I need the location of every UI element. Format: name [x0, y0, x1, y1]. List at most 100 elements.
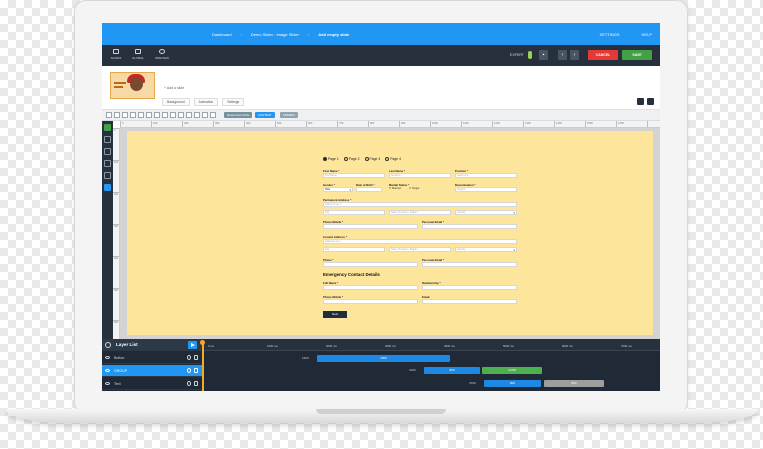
- next-arrow-button[interactable]: ›: [570, 50, 579, 60]
- cancel-button[interactable]: CANCEL: [588, 50, 618, 60]
- device-icon[interactable]: [146, 112, 152, 118]
- last-name-field[interactable]: Surname: [389, 173, 451, 178]
- thumbnail-face: [130, 77, 143, 91]
- step-page-2[interactable]: Page 2: [343, 157, 360, 162]
- lock-icon[interactable]: [194, 112, 200, 118]
- personal-email-field[interactable]: [422, 224, 517, 229]
- lock-button[interactable]: ▪: [539, 50, 548, 60]
- settings-link[interactable]: SETTINGS: [600, 32, 620, 37]
- layer-row-text[interactable]: Text: [102, 378, 202, 390]
- current-country-select[interactable]: Country: [455, 247, 517, 252]
- lock-icon[interactable]: [194, 355, 198, 360]
- lock-icon[interactable]: [194, 368, 198, 373]
- redo-icon[interactable]: [114, 112, 120, 118]
- breadcrumb-slider[interactable]: Demo Slider - Image Slider: [251, 32, 299, 37]
- ruler-tick-label: 1000: [432, 122, 438, 125]
- help-link[interactable]: HELP: [642, 32, 652, 37]
- slide-thumbnail[interactable]: [110, 72, 155, 99]
- tab-background[interactable]: Background: [162, 98, 190, 106]
- tablet-icon[interactable]: [162, 112, 168, 118]
- global-button[interactable]: GLOBAL: [126, 48, 150, 63]
- current-state-field[interactable]: State / Province / Region: [389, 247, 451, 252]
- desktop-icon[interactable]: [154, 112, 160, 118]
- undo-icon[interactable]: [106, 112, 112, 118]
- fit-icon[interactable]: [186, 112, 192, 118]
- playhead-handle[interactable]: [200, 340, 205, 345]
- zoom-icon[interactable]: [178, 112, 184, 118]
- responsive-mode-button[interactable]: Responsive Mode: [224, 112, 253, 118]
- align-icon[interactable]: [130, 112, 136, 118]
- timeline-bar[interactable]: 800: [544, 380, 604, 387]
- link-icon[interactable]: [187, 368, 191, 373]
- text-icon[interactable]: [104, 148, 111, 155]
- eye-icon[interactable]: [105, 382, 110, 385]
- expert-toggle[interactable]: [528, 51, 532, 59]
- ruler-vertical: [113, 128, 120, 339]
- code-icon[interactable]: [210, 112, 216, 118]
- email-field[interactable]: [422, 299, 517, 304]
- denomination-field[interactable]: Religion: [455, 187, 517, 192]
- preview-icon: [159, 49, 165, 54]
- full-name-field[interactable]: [323, 285, 418, 290]
- step-page-1[interactable]: Page 1: [323, 157, 339, 162]
- next-button[interactable]: Next: [323, 311, 347, 318]
- layers-icon[interactable]: [138, 112, 144, 118]
- phone-mobile-field[interactable]: [323, 224, 418, 229]
- grid-icon[interactable]: [122, 112, 128, 118]
- slide-bar: + Add a slide Background Animation Setti…: [102, 66, 660, 110]
- timeline-bar[interactable]: 1600: [317, 355, 450, 362]
- layer-list-header: Layer List: [102, 339, 202, 351]
- link-icon[interactable]: [187, 355, 191, 360]
- form-icon[interactable]: [104, 184, 111, 191]
- permanent-state-field[interactable]: State / Province / Region: [389, 210, 451, 215]
- save-button[interactable]: SAVE: [622, 50, 652, 60]
- phone-icon[interactable]: [170, 112, 176, 118]
- relationship-field[interactable]: [422, 285, 517, 290]
- step-page-3[interactable]: Page 3: [364, 157, 381, 162]
- prev-arrow-button[interactable]: ‹: [558, 50, 567, 60]
- lock-icon[interactable]: [194, 381, 198, 386]
- current-city-field[interactable]: City: [323, 247, 385, 252]
- timeline-loop-bar[interactable]: LOOP: [482, 367, 542, 374]
- add-slide-link[interactable]: + Add a slide: [164, 86, 184, 90]
- content-button[interactable]: CONTENT: [255, 112, 275, 118]
- tab-settings[interactable]: Settings: [222, 98, 245, 106]
- timeline-bar[interactable]: 800: [484, 380, 541, 387]
- personal-email-2-field[interactable]: [422, 262, 517, 267]
- video-icon[interactable]: [104, 172, 111, 179]
- first-name-field[interactable]: First Name: [323, 173, 385, 178]
- permanent-city-field[interactable]: City: [323, 210, 385, 215]
- hide-icon[interactable]: [202, 112, 208, 118]
- delete-slide-icon[interactable]: [647, 98, 654, 105]
- breadcrumb-dashboard[interactable]: Dashboard: [212, 32, 232, 37]
- tab-animation[interactable]: Animation: [193, 98, 219, 106]
- layer-row-button[interactable]: Button: [102, 352, 202, 364]
- phone-mobile-2-field[interactable]: [323, 299, 418, 304]
- eye-icon[interactable]: [105, 369, 110, 372]
- slides-button[interactable]: SLIDES: [104, 48, 128, 63]
- link-icon[interactable]: [187, 381, 191, 386]
- permanent-country-select[interactable]: Country: [455, 210, 517, 215]
- phone-field[interactable]: [323, 262, 418, 267]
- permanent-address-line1[interactable]: Address Line 1: [323, 202, 517, 207]
- dob-field[interactable]: [356, 187, 382, 192]
- timeline-bar[interactable]: 800: [424, 367, 480, 374]
- eye-icon[interactable]: [105, 356, 110, 359]
- marital-option-single[interactable]: ☐ Single: [409, 187, 419, 190]
- image-icon[interactable]: [104, 160, 111, 167]
- step-label: Page 3: [369, 157, 381, 161]
- add-layer-icon[interactable]: [104, 124, 111, 131]
- gender-select[interactable]: Male: [323, 187, 353, 192]
- play-button[interactable]: [188, 341, 197, 349]
- ruler-tick-label: 500: [114, 289, 119, 292]
- frames-button[interactable]: FRAMES: [280, 112, 298, 118]
- step-page-4[interactable]: Page 4: [385, 157, 401, 162]
- current-address-line1[interactable]: Address Line 1: [323, 239, 517, 244]
- position-field[interactable]: Select one: [455, 173, 517, 178]
- copy-slide-icon[interactable]: [637, 98, 644, 105]
- marital-option-married[interactable]: ☐ Married: [389, 187, 401, 190]
- playhead-line[interactable]: [202, 342, 204, 391]
- layer-row-group[interactable]: GROUP: [102, 365, 202, 377]
- heading-icon[interactable]: [104, 136, 111, 143]
- preview-button[interactable]: PREVIEW: [150, 48, 174, 63]
